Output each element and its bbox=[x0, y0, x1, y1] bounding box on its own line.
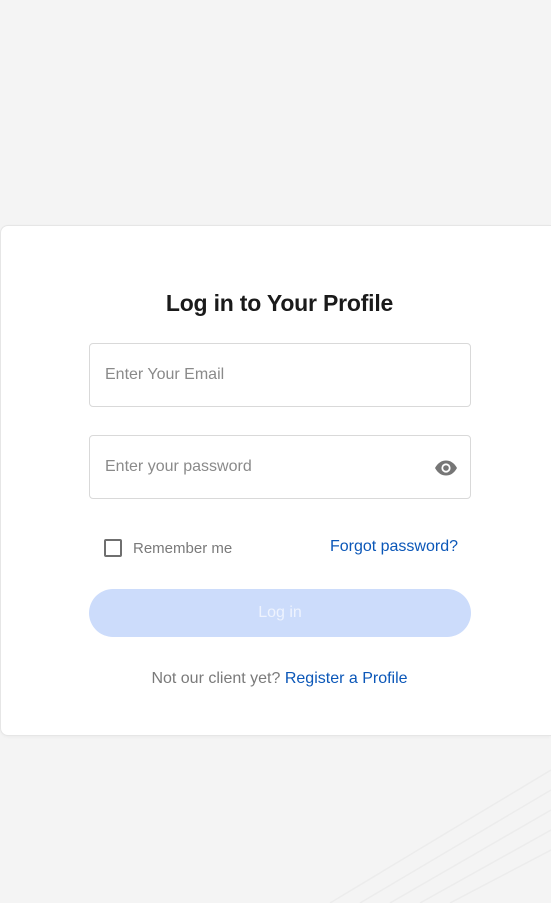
register-prompt-line: Not our client yet? Register a Profile bbox=[1, 670, 551, 688]
login-card: Log in to Your Profile Remember me Forgo… bbox=[0, 225, 551, 736]
checkbox-icon[interactable] bbox=[104, 539, 122, 557]
email-field[interactable] bbox=[90, 344, 470, 406]
register-link[interactable]: Register a Profile bbox=[285, 670, 408, 687]
email-field-container bbox=[89, 343, 471, 407]
register-prompt-text: Not our client yet? bbox=[151, 670, 281, 687]
remember-me-label: Remember me bbox=[133, 539, 233, 557]
password-field[interactable] bbox=[90, 436, 470, 498]
remember-me-checkbox[interactable]: Remember me bbox=[104, 538, 232, 558]
password-field-container bbox=[89, 435, 471, 499]
login-button[interactable]: Log in bbox=[89, 589, 471, 637]
page-title: Log in to Your Profile bbox=[165, 290, 394, 316]
forgot-password-link[interactable]: Forgot password? bbox=[330, 538, 458, 556]
eye-icon[interactable] bbox=[434, 458, 458, 478]
